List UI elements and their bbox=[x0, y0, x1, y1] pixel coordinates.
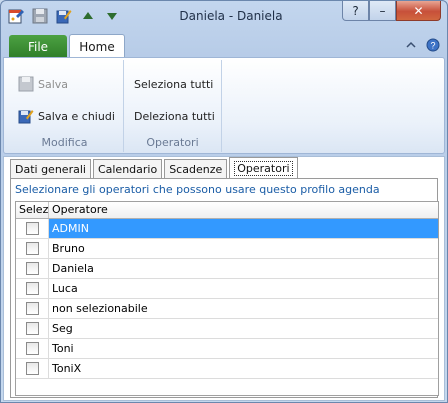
save-close-icon[interactable] bbox=[55, 7, 73, 25]
tab-home[interactable]: Home bbox=[69, 34, 125, 58]
selection-cell bbox=[16, 219, 49, 238]
table-row[interactable]: Bruno bbox=[16, 239, 438, 259]
selection-cell bbox=[16, 319, 49, 338]
table-row[interactable]: ToniX bbox=[16, 359, 438, 379]
table-row[interactable]: non selezionabile bbox=[16, 299, 438, 319]
quick-access-toolbar bbox=[7, 7, 121, 25]
row-checkbox[interactable] bbox=[25, 322, 39, 335]
grid-rows: ADMIN Bruno Daniela Luca non selezionabile Se… bbox=[16, 219, 438, 379]
operator-name-cell: ADMIN bbox=[49, 219, 438, 238]
save-icon bbox=[18, 76, 34, 92]
close-button[interactable]: ✕ bbox=[396, 1, 441, 21]
salva-e-chiudi-button[interactable]: Salva e chiudi bbox=[18, 106, 115, 126]
group-label-modifica: Modifica bbox=[41, 136, 88, 149]
operatori-hint: Selezionare gli operatori che possono us… bbox=[15, 183, 380, 196]
collapse-ribbon-icon[interactable] bbox=[403, 37, 419, 53]
ribbon-tabs: File Home ? bbox=[1, 33, 447, 58]
row-checkbox[interactable] bbox=[25, 262, 39, 275]
operator-name-cell: ToniX bbox=[52, 362, 82, 375]
operator-name-cell: Daniela bbox=[52, 262, 94, 275]
window-title: Daniela - Daniela bbox=[179, 9, 283, 23]
table-row[interactable]: Seg bbox=[16, 319, 438, 339]
selection-cell bbox=[16, 299, 49, 318]
grid-header: Selezionato Operatore bbox=[16, 202, 438, 219]
ribbon-group-operatori: Seleziona tutti Deleziona tutti Operator… bbox=[124, 60, 222, 152]
tab-strip: Dati generali Calendario Scadenze Operat… bbox=[10, 157, 298, 180]
operator-name-cell: Toni bbox=[52, 342, 74, 355]
save-close-icon bbox=[18, 108, 34, 124]
row-checkbox[interactable] bbox=[25, 242, 39, 255]
ribbon-group-modifica: Salva Salva e chiudi Modifica bbox=[6, 60, 124, 152]
salva-button[interactable]: Salva bbox=[18, 74, 68, 94]
app-icon[interactable] bbox=[7, 7, 25, 25]
seleziona-tutti-button[interactable]: Seleziona tutti bbox=[134, 74, 213, 94]
column-header-selezionato[interactable]: Selezionato bbox=[16, 202, 49, 218]
arrow-up-icon[interactable] bbox=[79, 7, 97, 25]
tab-label: Calendario bbox=[97, 162, 158, 176]
tab-calendario[interactable]: Calendario bbox=[92, 159, 163, 178]
tab-dati-generali[interactable]: Dati generali bbox=[10, 159, 91, 178]
minimize-button[interactable]: – bbox=[369, 1, 396, 21]
row-checkbox[interactable] bbox=[25, 342, 39, 355]
table-row[interactable]: Daniela bbox=[16, 259, 438, 279]
operator-name-cell: Bruno bbox=[52, 242, 85, 255]
salva-label: Salva bbox=[38, 77, 69, 91]
operator-name-cell: Luca bbox=[52, 282, 78, 295]
ribbon-right-controls: ? bbox=[403, 37, 441, 53]
app-window: Daniela - Daniela ? – ✕ File Home ? Salv bbox=[0, 0, 448, 403]
row-checkbox[interactable] bbox=[25, 282, 39, 295]
selection-cell bbox=[16, 339, 49, 358]
column-header-operatore[interactable]: Operatore bbox=[49, 202, 438, 218]
selection-cell bbox=[16, 259, 49, 278]
help-icon[interactable]: ? bbox=[425, 37, 441, 53]
row-checkbox[interactable] bbox=[25, 222, 39, 235]
title-bar: Daniela - Daniela ? – ✕ bbox=[1, 1, 447, 31]
operator-name-cell: non selezionabile bbox=[52, 302, 148, 315]
arrow-down-icon[interactable] bbox=[103, 7, 121, 25]
group-label-operatori: Operatori bbox=[146, 136, 199, 149]
tab-label: Dati generali bbox=[15, 162, 86, 176]
selection-cell bbox=[16, 359, 49, 378]
svg-text:?: ? bbox=[430, 41, 435, 51]
tab-file[interactable]: File bbox=[9, 35, 67, 58]
tab-scadenze[interactable]: Scadenze bbox=[164, 159, 228, 178]
table-row[interactable]: Luca bbox=[16, 279, 438, 299]
help-button[interactable]: ? bbox=[342, 1, 369, 21]
save-icon[interactable] bbox=[31, 7, 49, 25]
deleziona-tutti-button[interactable]: Deleziona tutti bbox=[134, 106, 215, 126]
table-row[interactable]: Toni bbox=[16, 339, 438, 359]
tab-label: Operatori bbox=[234, 160, 293, 176]
row-checkbox[interactable] bbox=[25, 302, 39, 315]
tab-label: Scadenze bbox=[169, 162, 223, 176]
selection-cell bbox=[16, 279, 49, 298]
operatori-grid[interactable]: Selezionato Operatore ADMIN Bruno Daniela L… bbox=[15, 201, 439, 396]
content-area: Dati generali Calendario Scadenze Operat… bbox=[3, 156, 445, 401]
tab-operatori[interactable]: Operatori bbox=[229, 157, 298, 178]
selection-cell bbox=[16, 239, 49, 258]
salva-e-chiudi-label: Salva e chiudi bbox=[38, 109, 115, 123]
operator-name-cell: Seg bbox=[52, 322, 73, 335]
ribbon-panel: Salva Salva e chiudi Modifica Seleziona … bbox=[3, 57, 445, 154]
operatori-panel: Selezionare gli operatori che possono us… bbox=[10, 178, 439, 398]
table-row[interactable]: ADMIN bbox=[16, 219, 438, 239]
row-checkbox[interactable] bbox=[25, 362, 39, 375]
window-controls: ? – ✕ bbox=[342, 1, 441, 21]
